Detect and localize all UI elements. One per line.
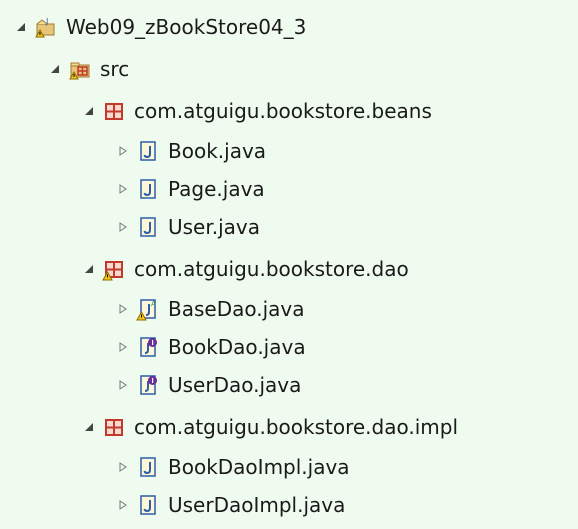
tree-row-file[interactable]: Book.java	[116, 131, 266, 171]
package-label: com.atguigu.bookstore.dao	[134, 257, 409, 281]
java-abstract-class-warning-icon: A	[136, 297, 160, 321]
tree-row-file[interactable]: BookDao.java	[116, 327, 306, 367]
file-label: User.java	[168, 215, 261, 239]
expanded-triangle-icon[interactable]	[82, 104, 96, 118]
package-explorer-tree: J Web09_zBookStore04_3 src com.atguigu.b…	[0, 0, 578, 529]
expanded-triangle-icon[interactable]	[82, 420, 96, 434]
collapsed-triangle-icon[interactable]	[116, 378, 130, 392]
collapsed-triangle-icon[interactable]	[116, 182, 130, 196]
tree-row-package[interactable]: com.atguigu.bookstore.dao.impl	[82, 407, 458, 447]
collapsed-triangle-icon[interactable]	[116, 340, 130, 354]
file-label: Book.java	[168, 139, 267, 163]
tree-row-file[interactable]: Page.java	[116, 169, 265, 209]
expanded-triangle-icon[interactable]	[48, 62, 62, 76]
collapsed-triangle-icon[interactable]	[116, 460, 130, 474]
collapsed-triangle-icon[interactable]	[116, 220, 130, 234]
source-folder-icon	[68, 57, 92, 81]
tree-row-file[interactable]: UserDaoImpl.java	[116, 485, 345, 525]
java-interface-icon	[136, 373, 160, 397]
file-label: UserDaoImpl.java	[168, 493, 346, 517]
package-warning-icon	[102, 257, 126, 281]
java-interface-icon	[136, 335, 160, 359]
java-class-icon	[136, 177, 160, 201]
collapsed-triangle-icon[interactable]	[116, 144, 130, 158]
java-class-icon	[136, 215, 160, 239]
java-class-icon	[136, 493, 160, 517]
collapsed-triangle-icon[interactable]	[116, 302, 130, 316]
expanded-triangle-icon[interactable]	[82, 262, 96, 276]
java-class-icon	[136, 455, 160, 479]
tree-row-project[interactable]: J Web09_zBookStore04_3	[14, 7, 306, 47]
project-icon: J	[34, 15, 58, 39]
file-label: BookDaoImpl.java	[168, 455, 350, 479]
tree-row-file[interactable]: BookDaoImpl.java	[116, 447, 350, 487]
collapsed-triangle-icon[interactable]	[116, 498, 130, 512]
package-icon	[102, 99, 126, 123]
tree-row-package[interactable]: com.atguigu.bookstore.dao	[82, 249, 409, 289]
project-label: Web09_zBookStore04_3	[66, 15, 307, 39]
package-icon	[102, 415, 126, 439]
src-label: src	[100, 57, 130, 81]
java-class-icon	[136, 139, 160, 163]
svg-text:A: A	[151, 300, 156, 308]
package-label: com.atguigu.bookstore.dao.impl	[134, 415, 459, 439]
tree-row-file[interactable]: User.java	[116, 207, 260, 247]
package-label: com.atguigu.bookstore.beans	[134, 99, 432, 123]
file-label: UserDao.java	[168, 373, 302, 397]
expanded-triangle-icon[interactable]	[14, 20, 28, 34]
file-label: Page.java	[168, 177, 265, 201]
tree-row-file[interactable]: UserDao.java	[116, 365, 301, 405]
tree-row-package[interactable]: com.atguigu.bookstore.beans	[82, 91, 432, 131]
tree-row-src[interactable]: src	[48, 49, 129, 89]
file-label: BookDao.java	[168, 335, 306, 359]
file-label: BaseDao.java	[168, 297, 305, 321]
svg-text:J: J	[45, 17, 48, 26]
tree-row-file[interactable]: A BaseDao.java	[116, 289, 305, 329]
